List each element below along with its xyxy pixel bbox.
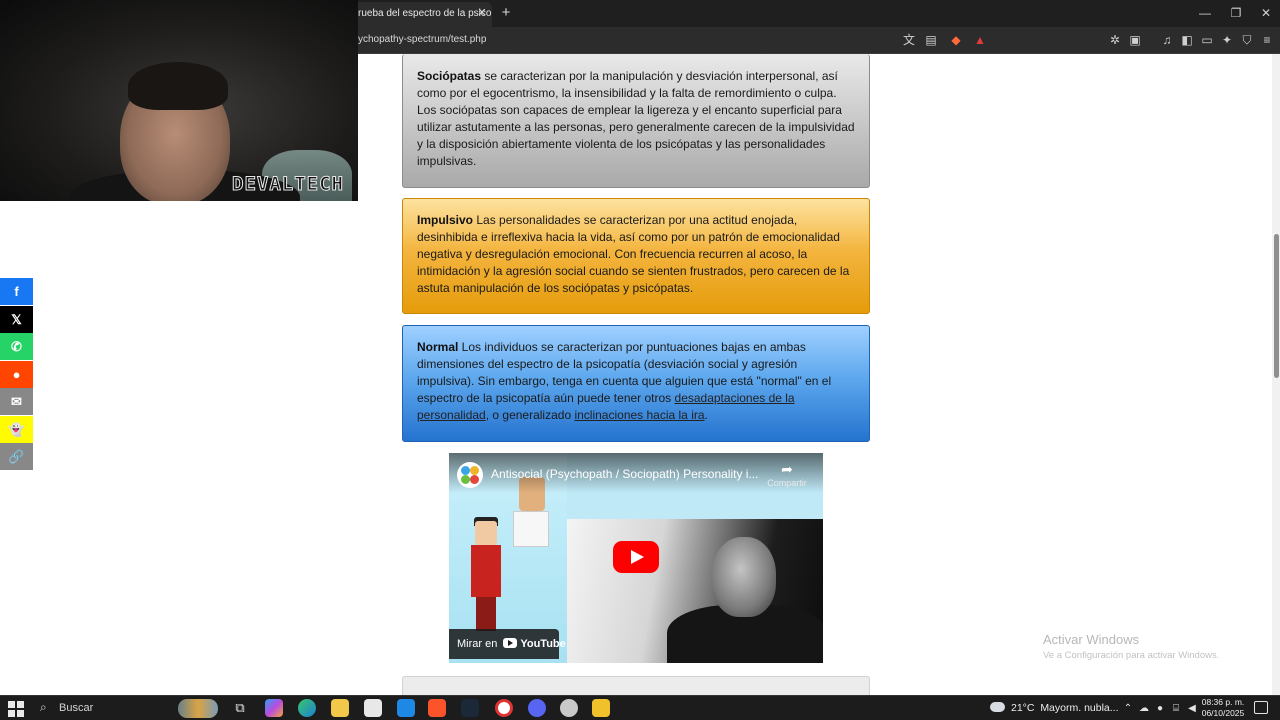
brave-rewards-icon[interactable]: ▲ [972,32,988,48]
vpn-shield-icon[interactable]: ⛉ [1239,32,1255,48]
mail-icon[interactable] [397,699,415,717]
next-result-card [402,676,870,696]
thumbnail-person-head [712,537,776,617]
activation-watermark-subtitle: Ve a Configuración para activar Windows. [1043,650,1220,661]
card-heading: Impulsivo [417,213,474,227]
notification-icon[interactable] [1254,701,1268,714]
github-icon[interactable] [560,699,578,717]
obs-icon[interactable] [495,699,513,717]
discord-icon[interactable] [528,699,546,717]
share-email-icon[interactable]: ✉ [0,388,33,415]
music-icon[interactable]: ♫ [1159,32,1175,48]
video-thumbnail-photo [567,519,823,663]
microphone-icon[interactable]: ● [1153,700,1167,717]
extensions-icon[interactable]: ✲ [1107,32,1123,48]
clock-date: 06/10/2025 [1201,708,1245,718]
network-icon[interactable]: ⌸ [1169,700,1183,717]
search-highlight-icon [178,699,218,718]
webcam-overlay: DEVALTECH [0,0,358,201]
translate-icon[interactable]: 文 [901,32,917,48]
new-tab-button[interactable]: + [499,4,513,22]
brave-shields-icon[interactable]: ◆ [948,32,964,48]
youtube-label: YouTube [520,638,566,650]
share-copy-link-icon[interactable]: 🔗 [0,443,33,470]
webcam-logo-text: DEVALTECH [232,173,344,196]
result-card-sociopatas: Sociópatas se caracterizan por la manipu… [402,54,870,188]
scrollbar-thumb[interactable] [1274,234,1279,378]
card-heading: Sociópatas [417,69,482,83]
share-label: Compartir [767,478,807,488]
ai-assistant-icon[interactable]: ✦ [1219,32,1235,48]
sidebar-icon[interactable]: ◧ [1179,32,1195,48]
tab-close-icon[interactable]: ✕ [476,6,488,20]
result-card-impulsivo: Impulsivo Las personalidades se caracter… [402,198,870,314]
video-share-button[interactable]: ➦ Compartir [765,461,809,491]
cloud-icon [990,702,1005,712]
close-window-button[interactable]: ✕ [1255,4,1277,22]
share-snapchat-icon[interactable]: 👻 [0,416,33,443]
watch-on-label: Mirar en [457,638,498,650]
share-x-icon[interactable]: 𝕏 [0,306,33,333]
brave-icon[interactable] [428,699,446,717]
share-reddit-icon[interactable]: ● [0,361,33,388]
card-text: , o generalizado [485,408,575,422]
screen: rueba del espectro de la psicop ✕ + — ❐ … [0,0,1280,720]
taskbar: ⌕ Buscar ⧉ 21°C Mayorm. nubla... ⌃ ☁ ● ⌸… [0,695,1280,720]
volume-icon[interactable]: ◀ [1185,700,1199,717]
share-arrow-icon: ➦ [781,461,793,477]
activation-watermark-title: Activar Windows [1043,632,1140,647]
chevron-up-icon[interactable]: ⌃ [1121,700,1135,717]
share-facebook-icon[interactable]: f [0,278,33,305]
store-icon[interactable] [364,699,382,717]
cartoon-character-icon [471,517,501,631]
copilot-icon[interactable] [265,699,283,717]
restore-button[interactable]: ❐ [1225,4,1247,22]
start-button-icon[interactable] [8,701,24,717]
clock-time: 08:36 p. m. [1201,697,1245,707]
browser-tab[interactable]: rueba del espectro de la psicop [352,2,492,27]
play-button-icon[interactable] [613,541,659,573]
onedrive-icon[interactable]: ☁ [1137,700,1151,717]
weather-temp: 21°C [1011,702,1035,714]
result-card-normal: Normal Los individuos se caracterizan po… [402,325,870,442]
card-text: se caracterizan por la manipulación y de… [417,69,855,168]
tab-title: rueba del espectro de la psicop [358,8,492,19]
webcam-person-hair [128,62,228,110]
steam-icon[interactable] [461,699,479,717]
share-whatsapp-icon[interactable]: ✆ [0,333,33,360]
reader-mode-icon[interactable]: ▤ [923,32,939,48]
edge-icon[interactable] [298,699,316,717]
app-icon[interactable] [592,699,610,717]
system-clock[interactable]: 08:36 p. m. 06/10/2025 [1199,697,1247,719]
file-explorer-icon[interactable] [331,699,349,717]
youtube-logo-icon [503,638,518,648]
card-text: . [704,408,708,422]
url-field[interactable]: ychopathy-spectrum/test.php [358,34,486,45]
minimize-button[interactable]: — [1194,4,1216,22]
wallet-icon[interactable]: ▭ [1199,32,1215,48]
weather-text: Mayorm. nubla... [1040,702,1119,714]
menu-icon[interactable]: ≡ [1259,32,1275,48]
watch-on-youtube-button[interactable]: Mirar en YouTube [449,629,566,659]
card-heading: Normal [417,340,459,354]
anger-inclinations-link[interactable]: inclinaciones hacia la ira [574,408,704,422]
video-title[interactable]: Antisocial (Psychopath / Sociopath) Pers… [491,467,771,481]
weather-widget[interactable]: 21°C Mayorm. nubla... [990,699,1119,718]
task-view-icon[interactable]: ⧉ [231,699,249,717]
channel-avatar-icon[interactable] [457,462,483,488]
youtube-embed[interactable]: Antisocial (Psychopath / Sociopath) Pers… [449,453,823,663]
screenshot-icon[interactable]: ▣ [1127,32,1143,48]
card-text: Las personalidades se caracterizan por u… [417,213,850,295]
